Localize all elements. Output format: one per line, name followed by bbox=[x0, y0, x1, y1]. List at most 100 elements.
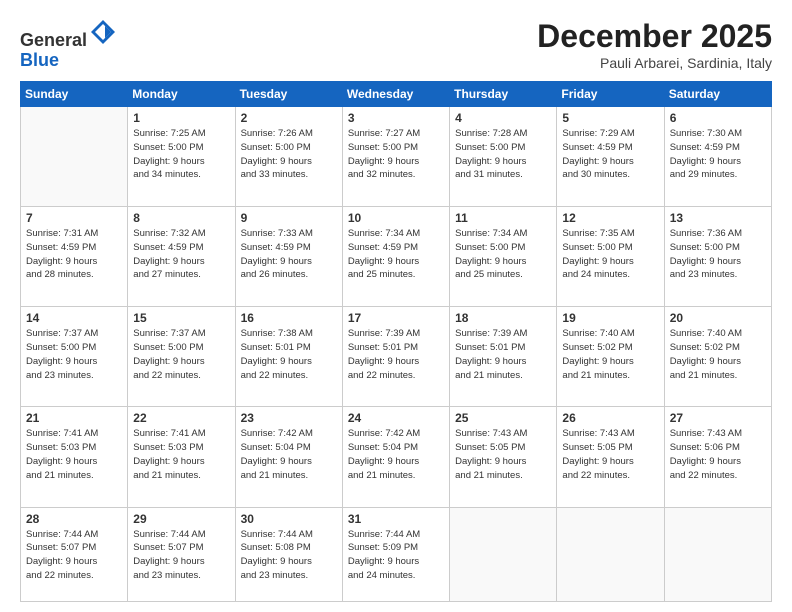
calendar-cell: 8Sunrise: 7:32 AMSunset: 4:59 PMDaylight… bbox=[128, 207, 235, 307]
logo-icon bbox=[89, 18, 117, 46]
day-number: 10 bbox=[348, 211, 444, 225]
calendar-page: General Blue December 2025 Pauli Arbarei… bbox=[0, 0, 792, 612]
day-info: Sunrise: 7:29 AMSunset: 4:59 PMDaylight:… bbox=[562, 127, 658, 182]
calendar-cell: 11Sunrise: 7:34 AMSunset: 5:00 PMDayligh… bbox=[450, 207, 557, 307]
day-number: 24 bbox=[348, 411, 444, 425]
calendar-week-row: 28 Sunrise: 7:44 AMSunset: 5:07 PMDayligh… bbox=[21, 507, 772, 601]
day-info: Sunrise: 7:40 AMSunset: 5:02 PMDaylight:… bbox=[670, 327, 766, 382]
month-title: December 2025 bbox=[537, 18, 772, 55]
day-number: 19 bbox=[562, 311, 658, 325]
day-info: Sunrise: 7:37 AMSunset: 5:00 PMDaylight:… bbox=[133, 327, 229, 382]
day-info: Sunrise: 7:30 AMSunset: 4:59 PMDaylight:… bbox=[670, 127, 766, 182]
day-info: Sunrise: 7:40 AMSunset: 5:02 PMDaylight:… bbox=[562, 327, 658, 382]
calendar-cell: 20 Sunrise: 7:40 AMSunset: 5:02 PMDayligh… bbox=[664, 307, 771, 407]
day-info: Sunrise: 7:39 AMSunset: 5:01 PMDaylight:… bbox=[455, 327, 551, 382]
calendar-cell: 26Sunrise: 7:43 AMSunset: 5:05 PMDayligh… bbox=[557, 407, 664, 507]
day-number: 17 bbox=[348, 311, 444, 325]
day-info: Sunrise: 7:42 AMSunset: 5:04 PMDaylight:… bbox=[348, 427, 444, 482]
day-number: 8 bbox=[133, 211, 229, 225]
day-number: 18 bbox=[455, 311, 551, 325]
calendar-cell bbox=[21, 107, 128, 207]
day-number: 4 bbox=[455, 111, 551, 125]
calendar-cell bbox=[557, 507, 664, 601]
day-info: Sunrise: 7:28 AMSunset: 5:00 PMDaylight:… bbox=[455, 127, 551, 182]
day-number: 31 bbox=[348, 512, 444, 526]
day-number: 13 bbox=[670, 211, 766, 225]
calendar-cell: 29Sunrise: 7:44 AMSunset: 5:07 PMDayligh… bbox=[128, 507, 235, 601]
calendar-cell: 27 Sunrise: 7:43 AMSunset: 5:06 PMDayligh… bbox=[664, 407, 771, 507]
day-info: Sunrise: 7:38 AMSunset: 5:01 PMDaylight:… bbox=[241, 327, 337, 382]
day-number: 29 bbox=[133, 512, 229, 526]
day-number: 28 bbox=[26, 512, 122, 526]
day-number: 30 bbox=[241, 512, 337, 526]
calendar-cell: 6 Sunrise: 7:30 AMSunset: 4:59 PMDaylight… bbox=[664, 107, 771, 207]
calendar-cell: 5 Sunrise: 7:29 AMSunset: 4:59 PMDaylight… bbox=[557, 107, 664, 207]
calendar-cell: 21Sunrise: 7:41 AMSunset: 5:03 PMDayligh… bbox=[21, 407, 128, 507]
day-info: Sunrise: 7:34 AMSunset: 4:59 PMDaylight:… bbox=[348, 227, 444, 282]
day-info: Sunrise: 7:37 AMSunset: 5:00 PMDaylight:… bbox=[26, 327, 122, 382]
calendar-cell: 12 Sunrise: 7:35 AMSunset: 5:00 PMDayligh… bbox=[557, 207, 664, 307]
calendar-cell: 15 Sunrise: 7:37 AMSunset: 5:00 PMDayligh… bbox=[128, 307, 235, 407]
day-number: 20 bbox=[670, 311, 766, 325]
calendar-cell bbox=[664, 507, 771, 601]
weekday-header: Wednesday bbox=[342, 82, 449, 107]
calendar-cell: 31 Sunrise: 7:44 AMSunset: 5:09 PMDayligh… bbox=[342, 507, 449, 601]
day-number: 7 bbox=[26, 211, 122, 225]
day-number: 3 bbox=[348, 111, 444, 125]
calendar-cell: 24 Sunrise: 7:42 AMSunset: 5:04 PMDayligh… bbox=[342, 407, 449, 507]
calendar-cell: 2Sunrise: 7:26 AMSunset: 5:00 PMDaylight… bbox=[235, 107, 342, 207]
day-info: Sunrise: 7:44 AMSunset: 5:07 PMDaylight:… bbox=[26, 528, 122, 583]
day-number: 23 bbox=[241, 411, 337, 425]
day-info: Sunrise: 7:44 AMSunset: 5:09 PMDaylight:… bbox=[348, 528, 444, 583]
day-number: 16 bbox=[241, 311, 337, 325]
calendar-cell: 19 Sunrise: 7:40 AMSunset: 5:02 PMDayligh… bbox=[557, 307, 664, 407]
calendar-cell: 7 Sunrise: 7:31 AMSunset: 4:59 PMDaylight… bbox=[21, 207, 128, 307]
calendar-cell: 18 Sunrise: 7:39 AMSunset: 5:01 PMDayligh… bbox=[450, 307, 557, 407]
day-info: Sunrise: 7:39 AMSunset: 5:01 PMDaylight:… bbox=[348, 327, 444, 382]
day-number: 22 bbox=[133, 411, 229, 425]
day-number: 27 bbox=[670, 411, 766, 425]
calendar-cell: 23Sunrise: 7:42 AMSunset: 5:04 PMDayligh… bbox=[235, 407, 342, 507]
day-number: 9 bbox=[241, 211, 337, 225]
day-number: 5 bbox=[562, 111, 658, 125]
calendar-cell: 28 Sunrise: 7:44 AMSunset: 5:07 PMDayligh… bbox=[21, 507, 128, 601]
location: Pauli Arbarei, Sardinia, Italy bbox=[537, 55, 772, 71]
day-number: 25 bbox=[455, 411, 551, 425]
weekday-header: Saturday bbox=[664, 82, 771, 107]
day-info: Sunrise: 7:25 AMSunset: 5:00 PMDaylight:… bbox=[133, 127, 229, 182]
day-info: Sunrise: 7:43 AMSunset: 5:06 PMDaylight:… bbox=[670, 427, 766, 482]
day-info: Sunrise: 7:36 AMSunset: 5:00 PMDaylight:… bbox=[670, 227, 766, 282]
calendar-cell: 17 Sunrise: 7:39 AMSunset: 5:01 PMDayligh… bbox=[342, 307, 449, 407]
calendar-week-row: 7 Sunrise: 7:31 AMSunset: 4:59 PMDaylight… bbox=[21, 207, 772, 307]
weekday-header: Monday bbox=[128, 82, 235, 107]
day-number: 6 bbox=[670, 111, 766, 125]
day-info: Sunrise: 7:27 AMSunset: 5:00 PMDaylight:… bbox=[348, 127, 444, 182]
day-number: 14 bbox=[26, 311, 122, 325]
calendar-cell: 25Sunrise: 7:43 AMSunset: 5:05 PMDayligh… bbox=[450, 407, 557, 507]
day-number: 15 bbox=[133, 311, 229, 325]
day-info: Sunrise: 7:33 AMSunset: 4:59 PMDaylight:… bbox=[241, 227, 337, 282]
day-info: Sunrise: 7:43 AMSunset: 5:05 PMDaylight:… bbox=[562, 427, 658, 482]
calendar-table: SundayMondayTuesdayWednesdayThursdayFrid… bbox=[20, 81, 772, 602]
calendar-week-row: 14 Sunrise: 7:37 AMSunset: 5:00 PMDayligh… bbox=[21, 307, 772, 407]
logo-blue-text: Blue bbox=[20, 50, 59, 70]
day-number: 1 bbox=[133, 111, 229, 125]
calendar-cell: 16 Sunrise: 7:38 AMSunset: 5:01 PMDayligh… bbox=[235, 307, 342, 407]
day-info: Sunrise: 7:34 AMSunset: 5:00 PMDaylight:… bbox=[455, 227, 551, 282]
calendar-week-row: 21Sunrise: 7:41 AMSunset: 5:03 PMDayligh… bbox=[21, 407, 772, 507]
day-number: 12 bbox=[562, 211, 658, 225]
calendar-cell: 14 Sunrise: 7:37 AMSunset: 5:00 PMDayligh… bbox=[21, 307, 128, 407]
calendar-cell: 22Sunrise: 7:41 AMSunset: 5:03 PMDayligh… bbox=[128, 407, 235, 507]
calendar-cell bbox=[450, 507, 557, 601]
day-number: 2 bbox=[241, 111, 337, 125]
day-info: Sunrise: 7:31 AMSunset: 4:59 PMDaylight:… bbox=[26, 227, 122, 282]
calendar-cell: 3 Sunrise: 7:27 AMSunset: 5:00 PMDaylight… bbox=[342, 107, 449, 207]
calendar-cell: 9 Sunrise: 7:33 AMSunset: 4:59 PMDaylight… bbox=[235, 207, 342, 307]
weekday-header: Thursday bbox=[450, 82, 557, 107]
calendar-cell: 1 Sunrise: 7:25 AMSunset: 5:00 PMDaylight… bbox=[128, 107, 235, 207]
calendar-cell: 10 Sunrise: 7:34 AMSunset: 4:59 PMDayligh… bbox=[342, 207, 449, 307]
weekday-header: Sunday bbox=[21, 82, 128, 107]
header: General Blue December 2025 Pauli Arbarei… bbox=[20, 18, 772, 71]
day-info: Sunrise: 7:41 AMSunset: 5:03 PMDaylight:… bbox=[26, 427, 122, 482]
day-info: Sunrise: 7:35 AMSunset: 5:00 PMDaylight:… bbox=[562, 227, 658, 282]
